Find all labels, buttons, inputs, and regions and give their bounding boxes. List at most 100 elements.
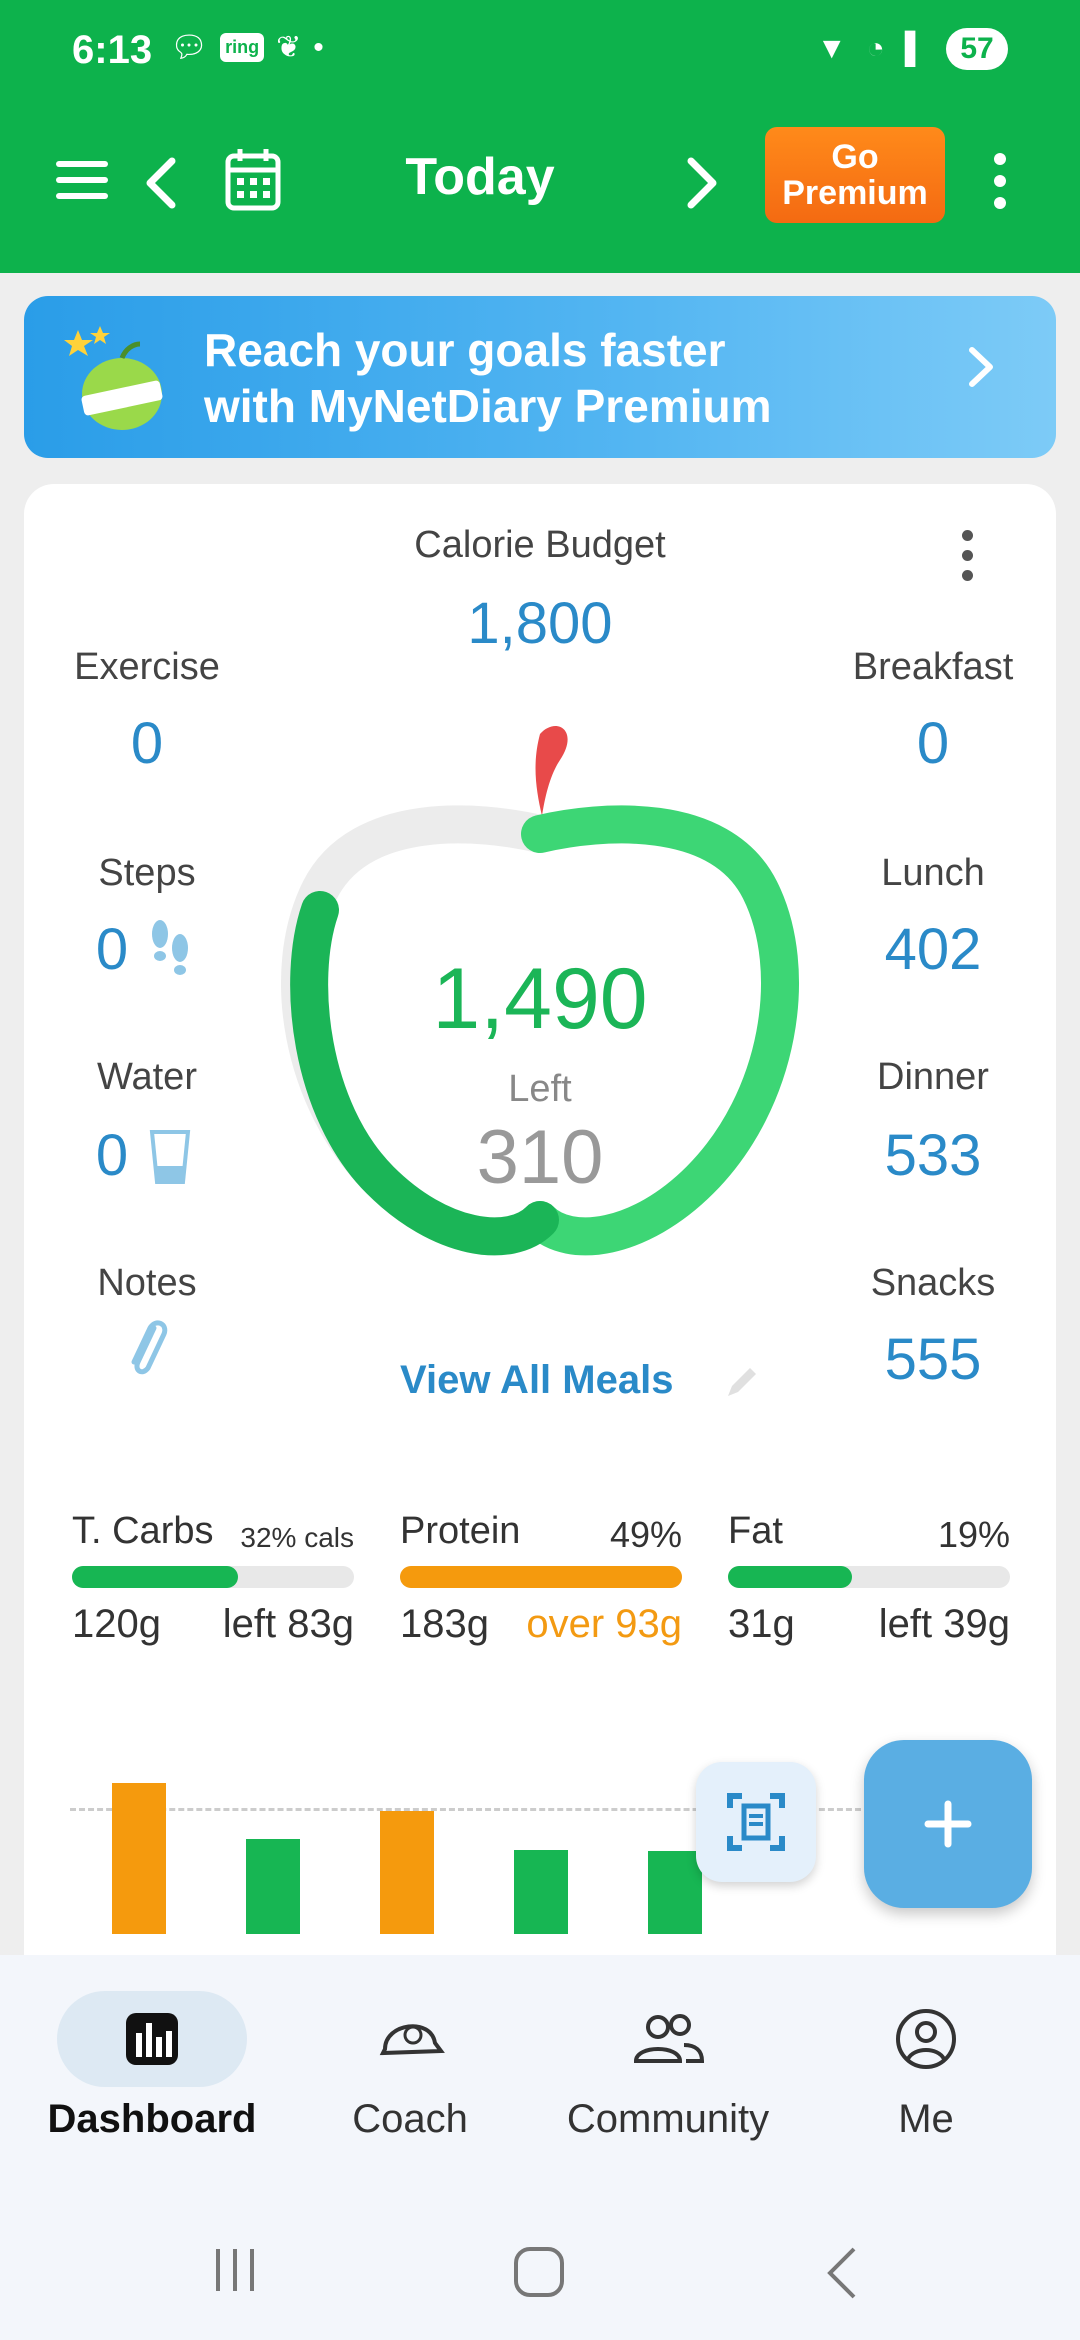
week-bar-2[interactable] bbox=[380, 1810, 434, 1934]
apple-logo-icon bbox=[64, 326, 163, 430]
add-button[interactable] bbox=[864, 1740, 1032, 1908]
steps-value: 0 bbox=[95, 917, 129, 982]
wifi-icon: ◔ bbox=[866, 32, 885, 65]
me-icon-wrap bbox=[831, 1991, 1021, 2087]
chevron-right-icon bbox=[966, 340, 996, 405]
go-premium-button[interactable]: Go Premium bbox=[765, 127, 945, 223]
tab-label: Community bbox=[566, 2097, 770, 2141]
macro-progress-track bbox=[72, 1566, 354, 1588]
tab-dashboard[interactable]: Dashboard bbox=[22, 1991, 282, 2142]
macro-grams: 120g bbox=[72, 1602, 161, 1646]
banner-line2: with MyNetDiary Premium bbox=[204, 380, 772, 432]
water-row[interactable]: 0 bbox=[92, 1122, 212, 1192]
week-bar-1[interactable] bbox=[246, 1838, 300, 1934]
macro-progress-track bbox=[728, 1566, 1010, 1588]
coach-cap-icon bbox=[379, 2024, 445, 2056]
breakfast-label: Breakfast bbox=[852, 646, 1014, 688]
week-bar-4[interactable] bbox=[648, 1851, 702, 1934]
calorie-apple-gauge[interactable]: 1,490 Left 310 bbox=[270, 720, 810, 1300]
calendar-button[interactable] bbox=[222, 143, 284, 215]
more-options-icon[interactable] bbox=[985, 153, 1015, 213]
water-glass-icon bbox=[149, 1130, 191, 1184]
dinner-value[interactable]: 533 bbox=[826, 1122, 1040, 1189]
tab-label: Me bbox=[898, 2097, 954, 2141]
app-bar: Today Go Premium bbox=[0, 105, 1080, 273]
community-icon-wrap bbox=[573, 1991, 763, 2087]
scan-button[interactable] bbox=[696, 1762, 816, 1882]
plus-icon bbox=[924, 1800, 972, 1848]
tab-label: Coach bbox=[352, 2097, 468, 2141]
card-more-options-icon[interactable] bbox=[952, 530, 982, 590]
lunch-value[interactable]: 402 bbox=[826, 916, 1040, 983]
location-icon: ▼ bbox=[816, 32, 847, 65]
exercise-label: Exercise bbox=[74, 646, 220, 688]
macro-name: Fat bbox=[728, 1510, 783, 1552]
chevron-right-icon bbox=[687, 157, 717, 209]
breakfast-value[interactable]: 0 bbox=[826, 710, 1040, 777]
left-label: Left bbox=[508, 1068, 572, 1110]
ring-icon: ring bbox=[220, 33, 265, 62]
snacks-label: Snacks bbox=[870, 1262, 996, 1304]
week-bar-3[interactable] bbox=[514, 1850, 568, 1934]
signal-icon: ▌ bbox=[904, 32, 926, 65]
tab-community[interactable]: Community bbox=[538, 1991, 798, 2142]
premium-label-line2: Premium bbox=[782, 174, 928, 212]
next-day-button[interactable] bbox=[678, 149, 728, 217]
status-time: 6:13 bbox=[72, 28, 153, 72]
calorie-budget-label: Calorie Budget bbox=[414, 524, 666, 566]
bottom-navigation: Dashboard Coach Community Me bbox=[0, 1955, 1080, 2195]
tab-coach[interactable]: Coach bbox=[280, 1991, 540, 2142]
water-value: 0 bbox=[95, 1123, 129, 1188]
macro-remaining: over 93g bbox=[526, 1602, 682, 1646]
back-icon[interactable] bbox=[822, 2245, 862, 2301]
paperclip-icon[interactable] bbox=[124, 1318, 170, 1382]
pencil-icon[interactable] bbox=[720, 1360, 764, 1404]
steps-label: Steps bbox=[98, 852, 196, 894]
macro-name: T. Carbs bbox=[72, 1510, 214, 1552]
calorie-budget-value[interactable]: 1,800 bbox=[340, 590, 740, 657]
menu-icon[interactable] bbox=[52, 155, 112, 205]
dot-icon: • bbox=[313, 30, 324, 64]
status-bar: 6:13 💬︎ ring ❦ • ▼ ◔ ▌ 57 bbox=[0, 0, 1080, 105]
macro-percent: 19% bbox=[937, 1514, 1010, 1555]
left-calories: 310 bbox=[476, 1115, 604, 1200]
calendar-icon bbox=[225, 149, 281, 211]
notification-icons: 💬︎ ring ❦ • bbox=[170, 30, 324, 65]
tab-me[interactable]: Me bbox=[796, 1991, 1056, 2142]
steps-row[interactable]: 0 bbox=[92, 916, 212, 986]
recent-apps-icon[interactable] bbox=[210, 2245, 260, 2295]
page-title: Today bbox=[405, 148, 555, 206]
community-icon bbox=[633, 2014, 705, 2063]
tab-label: Dashboard bbox=[47, 2097, 257, 2141]
coach-icon-wrap bbox=[315, 1991, 505, 2087]
lunch-label: Lunch bbox=[881, 852, 985, 894]
voicemail-icon: ❦ bbox=[276, 31, 302, 64]
scan-icon bbox=[727, 1793, 785, 1851]
banner-line1: Reach your goals faster bbox=[204, 324, 726, 376]
chat-icon: 💬︎ bbox=[170, 31, 209, 64]
system-navigation-bar bbox=[0, 2195, 1080, 2340]
dashboard-icon-wrap bbox=[57, 1991, 247, 2087]
banner-text: Reach your goals faster with MyNetDiary … bbox=[204, 322, 771, 434]
macro-progress-fill bbox=[72, 1566, 239, 1588]
macro-name: Protein bbox=[400, 1510, 521, 1552]
dinner-label: Dinner bbox=[877, 1056, 989, 1098]
macro-percent: 49% bbox=[609, 1514, 682, 1555]
premium-banner[interactable]: Reach your goals faster with MyNetDiary … bbox=[24, 296, 1056, 458]
macro-remaining: left 39g bbox=[878, 1602, 1010, 1646]
week-bar-0[interactable] bbox=[112, 1782, 166, 1934]
footprints-icon bbox=[152, 920, 188, 975]
view-all-meals-link[interactable]: View All Meals bbox=[400, 1358, 673, 1403]
system-icons: ▼ ◔ ▌ 57 bbox=[817, 28, 1008, 70]
consumed-calories: 1,490 bbox=[432, 951, 648, 1047]
macro-progress-fill bbox=[400, 1566, 682, 1588]
dashboard-icon bbox=[126, 2013, 178, 2065]
notes-label: Notes bbox=[97, 1262, 197, 1304]
snacks-value[interactable]: 555 bbox=[826, 1326, 1040, 1393]
premium-label-line1: Go bbox=[831, 138, 879, 176]
previous-day-button[interactable] bbox=[135, 149, 185, 217]
exercise-value[interactable]: 0 bbox=[40, 710, 254, 777]
home-icon[interactable] bbox=[512, 2245, 568, 2301]
macro-remaining: left 83g bbox=[222, 1602, 354, 1646]
macro-progress-fill bbox=[728, 1566, 853, 1588]
